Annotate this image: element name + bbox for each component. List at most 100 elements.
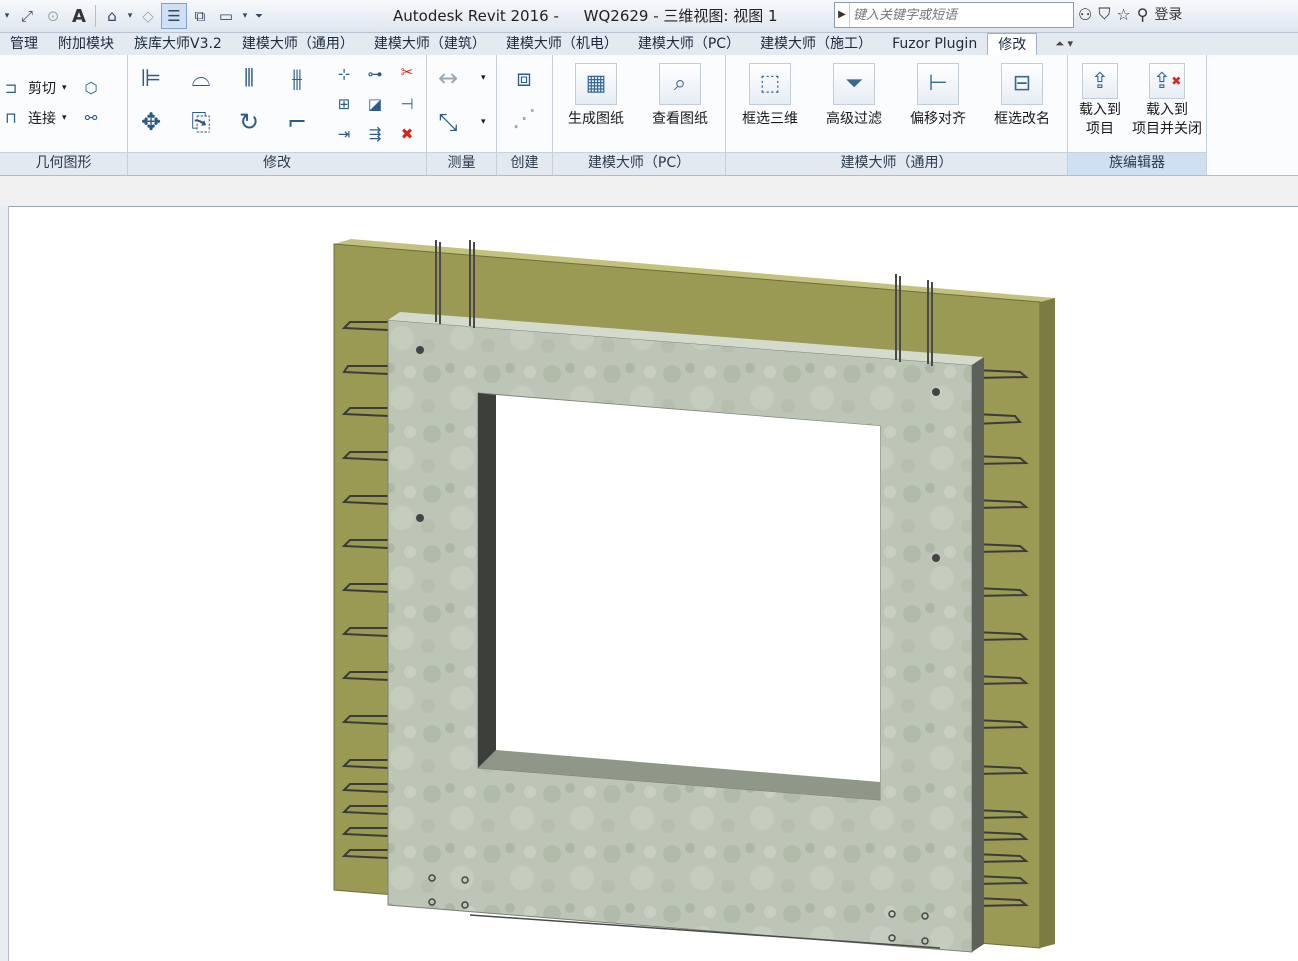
- dropdown-icon[interactable]: ▾: [125, 3, 135, 29]
- create-group-icon[interactable]: ⋰: [509, 103, 539, 133]
- panel-modify: ⊫ ⌓ ⫴ ⫵ ✥ ⎘ ↻ ⌐ ⊹ ⊶ ✂ ⊞ ◪ ⊣ ⇥ ⇶ ✖ 修改: [128, 55, 427, 175]
- dropdown-icon: ▾: [62, 113, 67, 123]
- offset-icon[interactable]: ⌓: [186, 63, 216, 93]
- dropdown-icon[interactable]: ▾: [239, 3, 251, 29]
- panel-geometry-label: 几何图形: [0, 152, 127, 175]
- default-3d-view-icon[interactable]: ⌂: [99, 3, 125, 29]
- tab-family-library[interactable]: 族库大师V3.2: [124, 33, 232, 55]
- cut-button[interactable]: ⊐ 剪切 ▾: [0, 77, 67, 99]
- dimension-icon[interactable]: ⤢: [14, 3, 40, 29]
- advanced-filter-button[interactable]: ⏷ 高级过滤: [816, 55, 892, 129]
- filter-icon: ⏷: [833, 63, 875, 105]
- load-and-close-icon: ⇪ ✖: [1149, 63, 1185, 99]
- tab-modify[interactable]: 修改: [987, 33, 1038, 55]
- expand-arrow-icon[interactable]: ▶: [835, 3, 850, 27]
- opening-left-reveal: [478, 393, 496, 768]
- ribbon-tabs: 管理 附加模块 族库大师V3.2 建模大师（通用） 建模大师（建筑） 建模大师（…: [0, 33, 1298, 55]
- panel-create-label: 创建: [497, 152, 552, 175]
- precast-wall-model: [333, 239, 1055, 953]
- binoculars-icon[interactable]: ⚇: [1078, 5, 1092, 24]
- trim-extend-icon[interactable]: ⌐: [282, 107, 312, 137]
- login-link[interactable]: 登录: [1154, 4, 1182, 24]
- panel-family-editor-label: 族编辑器: [1068, 152, 1206, 175]
- create-similar-icon[interactable]: ⧈: [509, 63, 539, 93]
- offset-align-button[interactable]: ⊢ 偏移对齐: [900, 55, 976, 129]
- text-icon[interactable]: A: [66, 3, 92, 29]
- split-gap-icon[interactable]: ⊶: [364, 63, 386, 85]
- box-rename-label: 框选改名: [994, 111, 1050, 127]
- scale-icon[interactable]: ◪: [364, 93, 386, 115]
- subscription-icon[interactable]: ⛉: [1098, 4, 1110, 24]
- split-element-icon[interactable]: ⊹: [333, 63, 355, 85]
- dropdown-icon[interactable]: ▾: [481, 73, 486, 83]
- join-label: 连接: [28, 111, 56, 127]
- close-hidden-windows-icon[interactable]: ⧉: [187, 3, 213, 29]
- view-drawing-button[interactable]: ⌕ 查看图纸: [642, 55, 718, 129]
- box-rename-icon: ⊟: [1001, 63, 1043, 105]
- load-into-project-icon: ⇪: [1082, 63, 1118, 99]
- copy-icon[interactable]: ⎘: [186, 107, 216, 137]
- box-select-3d-label: 框选三维: [742, 111, 798, 127]
- panel-bim-general-label: 建模大师（通用）: [726, 152, 1067, 175]
- user-icon[interactable]: ⚲: [1137, 5, 1149, 24]
- wall-joins-icon[interactable]: ⬡: [80, 77, 102, 99]
- tab-bim-pc[interactable]: 建模大师（PC）: [628, 33, 750, 55]
- unpin-icon[interactable]: ✂: [396, 61, 418, 83]
- dropdown-icon[interactable]: ▾: [481, 117, 486, 127]
- panel-measure-label: 测量: [427, 152, 496, 175]
- tab-bim-general[interactable]: 建模大师（通用）: [232, 33, 364, 55]
- aligned-dimension-icon[interactable]: ⤡: [433, 107, 463, 137]
- ribbon: ⊐ 剪切 ▾ ⊓ 连接 ▾ ⬡ ⚯ 几何图形 ⊫ ⌓ ⫴ ⫵ ✥ ⎘ ↻ ⌐ ⊹…: [0, 55, 1298, 176]
- tab-bim-architecture[interactable]: 建模大师（建筑）: [364, 33, 496, 55]
- view-drawing-label: 查看图纸: [652, 111, 708, 127]
- join-button[interactable]: ⊓ 连接 ▾: [0, 107, 67, 129]
- rotate-icon[interactable]: ↻: [234, 107, 264, 137]
- panel-family-editor: ⇪ 载入到 项目 ⇪ ✖ 载入到 项目并关闭 族编辑器: [1068, 55, 1207, 175]
- delete-icon[interactable]: ✖: [396, 123, 418, 145]
- separator: [95, 5, 96, 27]
- move-icon[interactable]: ✥: [136, 107, 166, 137]
- star-icon[interactable]: ☆: [1116, 5, 1130, 24]
- array-icon[interactable]: ⊞: [333, 93, 355, 115]
- dropdown-icon[interactable]: ▾: [0, 3, 14, 29]
- box-rename-button[interactable]: ⊟ 框选改名: [984, 55, 1060, 129]
- section-icon[interactable]: ◇: [135, 3, 161, 29]
- search-input[interactable]: [850, 6, 1073, 24]
- project-browser-edge[interactable]: [0, 206, 9, 961]
- generate-drawing-button[interactable]: ▦ 生成图纸: [558, 55, 634, 129]
- split-face-icon[interactable]: ⚯: [80, 107, 102, 129]
- ribbon-minimize-icon[interactable]: ⏶ ▾: [1055, 37, 1073, 51]
- panel-bim-pc: ▦ 生成图纸 ⌕ 查看图纸 建模大师（PC）: [553, 55, 726, 175]
- mirror-pick-axis-icon[interactable]: ⫴: [234, 63, 264, 93]
- tab-addins[interactable]: 附加模块: [48, 33, 124, 55]
- tab-bim-mep[interactable]: 建模大师（机电）: [496, 33, 628, 55]
- spot-elevation-icon[interactable]: ⊙: [40, 3, 66, 29]
- 3d-view-canvas[interactable]: [9, 207, 1298, 961]
- panel-geometry: ⊐ 剪切 ▾ ⊓ 连接 ▾ ⬡ ⚯ 几何图形: [0, 55, 128, 175]
- load-into-project-and-close-button[interactable]: ⇪ ✖ 载入到 项目并关闭: [1124, 55, 1210, 139]
- pin-icon[interactable]: ⊣: [396, 93, 418, 115]
- opening-void: [496, 395, 880, 782]
- offset-align-icon: ⊢: [917, 63, 959, 105]
- options-bar: [0, 176, 1298, 207]
- trim-single-icon[interactable]: ⇥: [333, 123, 355, 145]
- cut-geometry-icon: ⊐: [4, 79, 18, 97]
- tab-bim-construction[interactable]: 建模大师（施工）: [750, 33, 882, 55]
- thin-lines-icon[interactable]: ☰: [161, 3, 187, 29]
- search-box: ▶: [834, 2, 1074, 28]
- load-and-close-label-1: 载入到: [1146, 102, 1188, 118]
- align-icon[interactable]: ⊫: [136, 63, 166, 93]
- advanced-filter-label: 高级过滤: [826, 111, 882, 127]
- customize-qat-icon[interactable]: ⏷: [251, 3, 267, 29]
- offset-align-label: 偏移对齐: [910, 111, 966, 127]
- cut-label: 剪切: [28, 81, 56, 97]
- mirror-draw-axis-icon[interactable]: ⫵: [282, 63, 312, 93]
- trim-multiple-icon[interactable]: ⇶: [364, 123, 386, 145]
- measure-between-icon[interactable]: ↔: [433, 63, 463, 93]
- tab-manage[interactable]: 管理: [0, 33, 48, 55]
- switch-windows-icon[interactable]: ▭: [213, 3, 239, 29]
- insulation-board-side: [1040, 298, 1055, 948]
- app-title: Autodesk Revit 2016 -: [393, 7, 559, 25]
- box-select-3d-button[interactable]: ⬚ 框选三维: [732, 55, 808, 129]
- tab-fuzor-plugin[interactable]: Fuzor Plugin: [882, 33, 987, 55]
